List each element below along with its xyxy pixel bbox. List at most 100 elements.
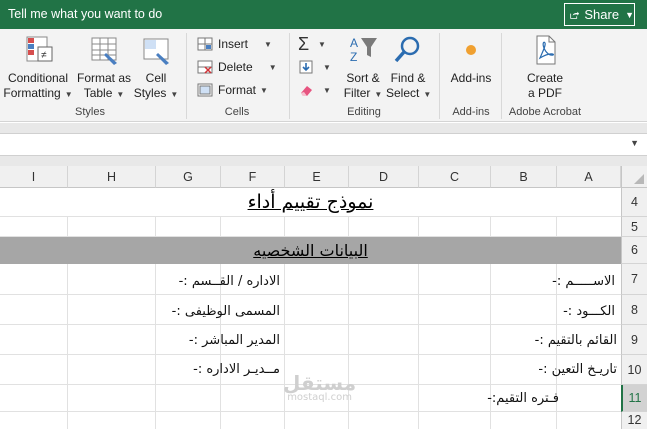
- column-header-a[interactable]: A: [557, 166, 621, 188]
- row-header-12[interactable]: 12: [621, 412, 647, 429]
- column-header-g[interactable]: G: [156, 166, 221, 188]
- label-job-title[interactable]: المسمى الوظيفى :-: [172, 304, 280, 319]
- fill-button[interactable]: ▼: [298, 57, 331, 77]
- chevron-down-icon: ▼: [318, 39, 326, 49]
- conditional-formatting-button[interactable]: ≠ Conditional Formatting ▼: [2, 33, 74, 102]
- group-divider: [289, 33, 290, 119]
- ribbon: ≠ Conditional Formatting ▼ Format as Tabl…: [0, 29, 647, 122]
- svg-text:A: A: [350, 36, 358, 50]
- row-header-4[interactable]: 4: [621, 188, 647, 217]
- label-direct-manager[interactable]: المدير المباشر :-: [189, 333, 280, 348]
- chevron-down-icon: ▼: [264, 39, 272, 49]
- chevron-down-icon: ▼: [374, 90, 383, 99]
- chevron-down-icon: ▼: [323, 85, 331, 95]
- add-ins-label: Add-ins: [450, 71, 492, 85]
- styles-group-label: Styles: [75, 106, 105, 118]
- format-as-table-button[interactable]: Format as Table ▼: [76, 33, 132, 102]
- sort-filter-button[interactable]: A Z Sort & Filter ▼: [343, 33, 383, 102]
- row-header-7[interactable]: 7: [621, 264, 647, 295]
- find-select-label1: Find &: [390, 71, 426, 85]
- find-select-label2: Select: [386, 86, 420, 100]
- magnifier-icon: [394, 36, 420, 63]
- share-icon: [570, 11, 580, 19]
- column-header-c[interactable]: C: [419, 166, 491, 188]
- chevron-down-icon: ▼: [268, 62, 277, 72]
- clear-button[interactable]: ▼: [298, 80, 331, 100]
- ribbon-gap: [0, 123, 647, 133]
- chevron-down-icon: ▼: [170, 90, 179, 99]
- chevron-down-icon: ▼: [423, 90, 432, 99]
- worksheet-grid[interactable]: I H G F E D C B A 4 5 6 7 8 9 10 11 12 ن…: [0, 166, 647, 429]
- chevron-down-icon: ▼: [323, 62, 331, 72]
- fill-down-icon: [299, 60, 313, 74]
- label-evaluator[interactable]: القائم بالتقيم :-: [535, 333, 617, 348]
- create-pdf-label2: a PDF: [527, 86, 562, 100]
- select-all-corner[interactable]: [621, 166, 647, 188]
- cell-styles-icon: [143, 38, 169, 65]
- add-ins-group-label: Add-ins: [452, 106, 490, 118]
- add-ins-icon: [466, 45, 476, 55]
- find-select-button[interactable]: Find & Select ▼: [386, 33, 432, 102]
- insert-label: Insert: [218, 37, 249, 51]
- row-header-6[interactable]: 6: [621, 237, 647, 264]
- column-header-d[interactable]: D: [349, 166, 419, 188]
- formula-gap: [0, 156, 647, 166]
- label-department-manager[interactable]: مــديـر الاداره :-: [193, 362, 280, 377]
- form-title[interactable]: نموذج تقييم أداء: [0, 188, 621, 217]
- group-divider: [186, 33, 187, 119]
- svg-text:≠: ≠: [41, 50, 47, 61]
- create-pdf-button[interactable]: Create a PDF: [520, 33, 570, 101]
- column-header-f[interactable]: F: [221, 166, 285, 188]
- format-cells-icon: [197, 83, 213, 97]
- label-name[interactable]: الاســـــم :-: [552, 274, 615, 289]
- title-bar: Tell me what you want to do Share ▼: [0, 0, 647, 29]
- delete-label: Delete: [218, 60, 253, 74]
- insert-cells-icon: [197, 37, 213, 51]
- create-pdf-label1: Create: [526, 71, 564, 85]
- delete-button[interactable]: Delete ▼: [197, 57, 277, 77]
- sort-filter-icon: A Z: [350, 36, 377, 64]
- sort-filter-label1: Sort &: [346, 71, 380, 85]
- column-header-b[interactable]: B: [491, 166, 557, 188]
- share-button[interactable]: Share ▼: [564, 3, 635, 26]
- eraser-icon: [301, 86, 312, 96]
- row-header-11[interactable]: 11: [621, 385, 647, 412]
- add-ins-button[interactable]: Add-ins: [446, 33, 496, 86]
- label-evaluation-period[interactable]: فـتره التقيم:-: [487, 391, 559, 406]
- column-header-e[interactable]: E: [285, 166, 349, 188]
- row-header-10[interactable]: 10: [621, 355, 647, 385]
- watermark: مستقل mostaql.com: [283, 371, 356, 403]
- format-as-table-icon: [91, 37, 117, 65]
- pdf-icon: [536, 35, 556, 65]
- cell-styles-button[interactable]: Cell Styles ▼: [132, 33, 180, 102]
- chevron-down-icon: ▼: [64, 90, 73, 99]
- chevron-down-icon: ▼: [625, 9, 634, 20]
- cell-styles-label2: Styles: [133, 86, 167, 100]
- format-label: Format: [218, 83, 257, 97]
- formula-bar[interactable]: ▼: [0, 133, 647, 156]
- format-button[interactable]: Format ▼: [197, 80, 268, 100]
- row-header-9[interactable]: 9: [621, 325, 647, 355]
- expand-formula-bar-icon[interactable]: ▼: [630, 138, 639, 148]
- format-as-table-label1: Format as: [76, 71, 131, 85]
- cells-group-label: Cells: [224, 106, 250, 118]
- watermark-url: mostaql.com: [287, 392, 352, 403]
- group-divider: [501, 33, 502, 119]
- insert-button[interactable]: Insert ▼: [197, 34, 272, 54]
- chevron-down-icon: ▼: [260, 85, 268, 95]
- column-header-h[interactable]: H: [68, 166, 156, 188]
- label-hire-date[interactable]: تاريـخ التعين :-: [538, 362, 617, 377]
- column-header-i[interactable]: I: [0, 166, 68, 188]
- autosum-button[interactable]: Σ ▼: [298, 34, 326, 54]
- label-department[interactable]: الاداره / القــسم :-: [179, 274, 280, 289]
- format-as-table-label2: Table: [83, 86, 113, 100]
- label-code[interactable]: الكـــود :-: [563, 304, 615, 319]
- section-header[interactable]: البيانات الشخصيه: [0, 237, 621, 264]
- cell-styles-label1: Cell: [145, 71, 167, 85]
- editing-group-label: Editing: [347, 106, 381, 118]
- delete-cells-icon: [197, 60, 213, 74]
- row-header-8[interactable]: 8: [621, 295, 647, 325]
- row-header-5[interactable]: 5: [621, 217, 647, 237]
- tell-me-search[interactable]: Tell me what you want to do: [8, 7, 162, 21]
- conditional-formatting-label2: Formatting: [3, 86, 61, 100]
